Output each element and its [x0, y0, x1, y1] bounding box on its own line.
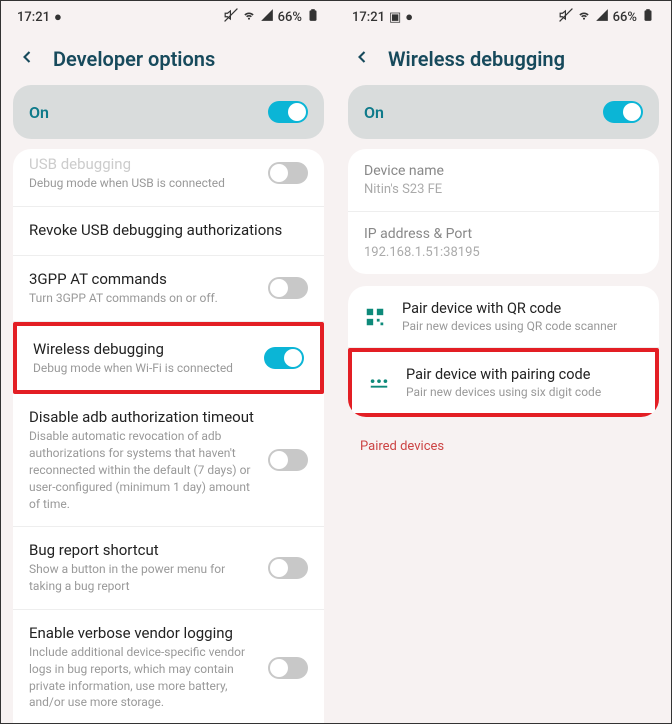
device-name-label: Device name	[364, 163, 643, 179]
qr-code-icon	[364, 306, 386, 328]
device-name-value: Nitin's S23 FE	[364, 182, 643, 197]
battery-icon	[306, 8, 320, 26]
battery-text: 66%	[278, 10, 302, 25]
wireless-debugging-screen: 17:21 ▣ ● 66% Wireless debugging On Devi…	[336, 1, 671, 723]
back-icon[interactable]	[17, 47, 37, 71]
back-icon[interactable]	[352, 47, 372, 71]
page-title: Developer options	[53, 47, 215, 71]
disable-adb-timeout-item[interactable]: Disable adb authorization timeout Disabl…	[13, 394, 324, 527]
notification-dot-icon: ●	[54, 9, 62, 25]
signal-icon	[595, 8, 609, 26]
status-time: 17:21	[352, 10, 385, 25]
paired-devices-label: Paired devices	[336, 429, 671, 464]
battery-icon	[641, 8, 655, 26]
disable-adb-timeout-toggle[interactable]	[268, 449, 308, 471]
pair-code-subtitle: Pair new devices using six digit code	[406, 385, 639, 399]
wireless-debugging-toggle[interactable]	[264, 347, 304, 369]
wireless-content: Device name Nitin's S23 FE IP address & …	[336, 149, 671, 723]
pair-code-item[interactable]: Pair device with pairing code Pair new d…	[348, 348, 659, 417]
developer-options-screen: 17:21 ● 66% Developer options On USB deb…	[1, 1, 336, 723]
revoke-usb-item[interactable]: Revoke USB debugging authorizations	[13, 207, 324, 256]
verbose-vendor-logging-item[interactable]: Enable verbose vendor logging Include ad…	[13, 610, 324, 723]
wifi-icon	[242, 8, 256, 26]
pair-qr-subtitle: Pair new devices using QR code scanner	[402, 319, 643, 333]
usb-debugging-item[interactable]: USB debugging Debug mode when USB is con…	[13, 149, 324, 207]
ip-port-label: IP address & Port	[364, 226, 643, 242]
3gpp-toggle[interactable]	[268, 277, 308, 299]
bug-report-toggle[interactable]	[268, 557, 308, 579]
status-bar: 17:21 ● 66%	[1, 1, 336, 33]
notification-dot-icon: ●	[405, 9, 413, 25]
passcode-icon	[368, 372, 390, 394]
status-bar: 17:21 ▣ ● 66%	[336, 1, 671, 33]
wireless-debugging-item[interactable]: Wireless debugging Debug mode when Wi-Fi…	[13, 322, 324, 395]
ip-port-section[interactable]: IP address & Port 192.168.1.51:38195	[348, 212, 659, 274]
settings-list: USB debugging Debug mode when USB is con…	[1, 149, 336, 723]
pair-code-title: Pair device with pairing code	[406, 366, 639, 383]
on-label: On	[364, 103, 384, 122]
signal-icon	[260, 8, 274, 26]
usb-debugging-toggle[interactable]	[268, 162, 308, 184]
on-toggle-section[interactable]: On	[348, 85, 659, 139]
ip-port-value: 192.168.1.51:38195	[364, 245, 643, 260]
device-name-section[interactable]: Device name Nitin's S23 FE	[348, 149, 659, 212]
master-toggle[interactable]	[603, 101, 643, 123]
header: Wireless debugging	[336, 33, 671, 85]
bug-report-shortcut-item[interactable]: Bug report shortcut Show a button in the…	[13, 527, 324, 610]
status-time: 17:21	[17, 10, 50, 25]
master-toggle[interactable]	[268, 101, 308, 123]
on-toggle-section[interactable]: On	[13, 85, 324, 139]
verbose-logging-toggle[interactable]	[268, 657, 308, 679]
on-label: On	[29, 103, 49, 122]
image-notification-icon: ▣	[389, 10, 401, 25]
mute-icon	[224, 8, 238, 26]
battery-text: 66%	[613, 10, 637, 25]
pair-qr-item[interactable]: Pair device with QR code Pair new device…	[348, 286, 659, 348]
header: Developer options	[1, 33, 336, 85]
mute-icon	[559, 8, 573, 26]
wifi-icon	[577, 8, 591, 26]
page-title: Wireless debugging	[388, 47, 565, 71]
pair-qr-title: Pair device with QR code	[402, 300, 643, 317]
3gpp-item[interactable]: 3GPP AT commands Turn 3GPP AT commands o…	[13, 256, 324, 322]
